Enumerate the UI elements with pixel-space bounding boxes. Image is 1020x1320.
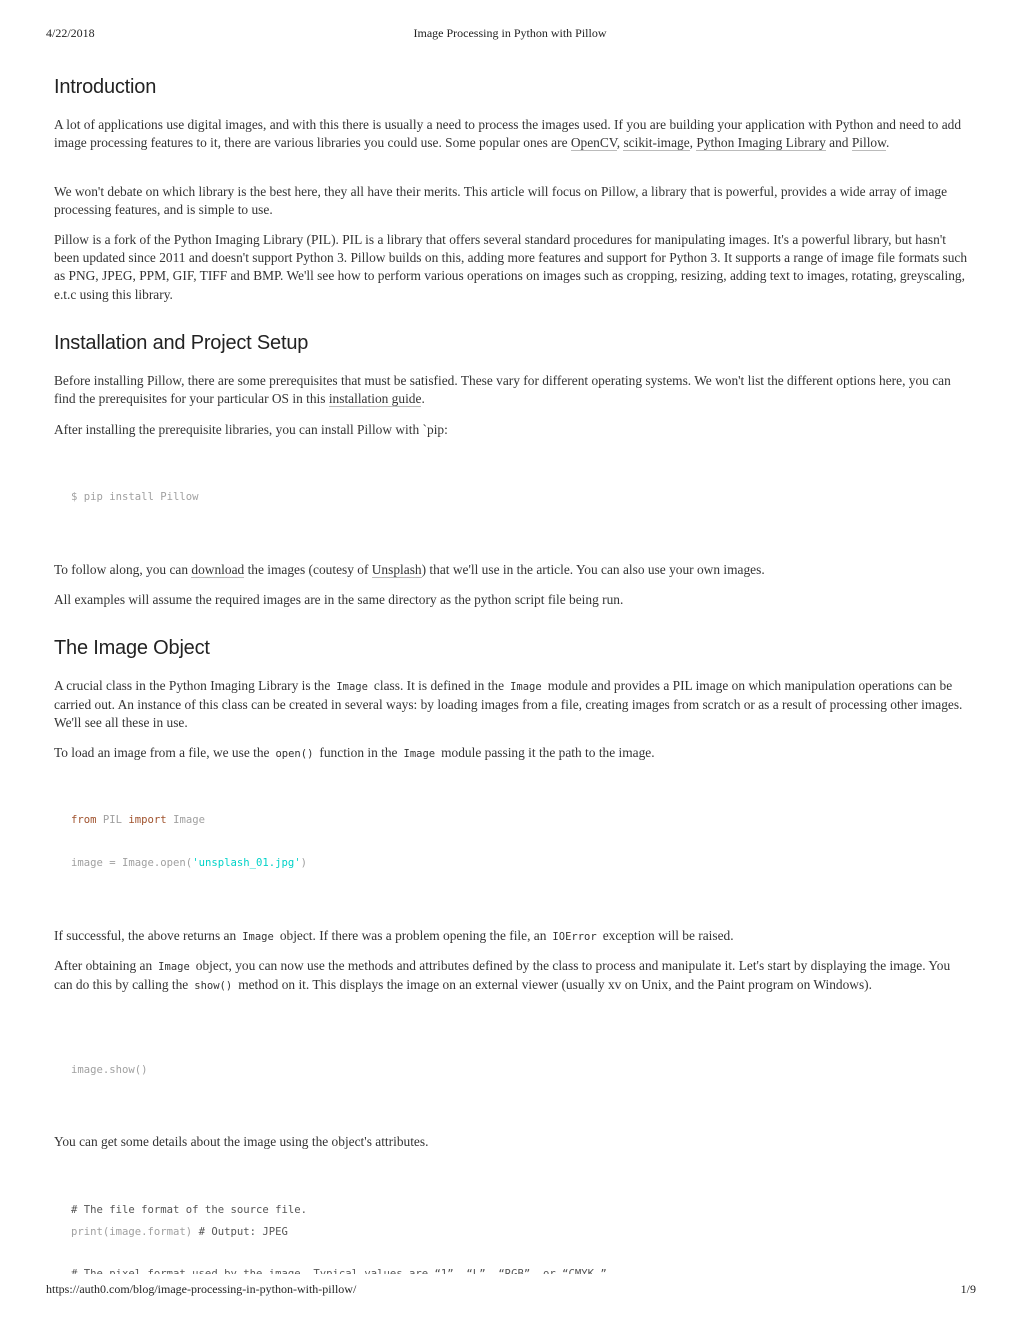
text: .	[421, 391, 425, 407]
code-comment-cut-off: # The pixel format used by the image. Ty…	[71, 1268, 607, 1274]
inline-code: Image	[158, 961, 190, 973]
intro-paragraph-2: We won't debate on which library is the …	[54, 184, 948, 218]
intro-paragraph-1: A lot of applications use digital images…	[54, 116, 969, 152]
intro-paragraph-3: Pillow is a fork of the Python Imaging L…	[54, 232, 968, 302]
inline-code: Image	[242, 931, 274, 943]
text: exception will be raised.	[602, 928, 734, 943]
code-keyword: from	[71, 814, 97, 826]
code-text: image = Image.open(	[71, 857, 193, 869]
inline-code: open()	[275, 748, 314, 760]
code-keyword: import	[128, 814, 167, 826]
image-object-paragraph-2: To load an image from a file, we use the…	[54, 744, 969, 763]
install-paragraph-2: After installing the prerequisite librar…	[54, 422, 448, 437]
code-text: print(image.format)	[71, 1226, 193, 1238]
text: To load an image from a file, we use the	[54, 745, 270, 760]
link-download[interactable]: download	[191, 562, 245, 578]
link-installation-guide[interactable]: installation guide	[328, 391, 422, 408]
link-opencv[interactable]: OpenCV	[570, 135, 617, 152]
code-string: 'unsplash_01.jpg'	[192, 857, 301, 869]
link-scikit-image[interactable]: scikit-image	[623, 135, 690, 152]
text: If successful, the above returns an	[54, 928, 237, 943]
text: After obtaining an	[54, 958, 153, 973]
code-text: )	[300, 857, 308, 869]
code-comment: # The file format of the source file.	[71, 1204, 307, 1216]
image-object-paragraph-4: After obtaining an Image object, you can n…	[54, 957, 969, 995]
link-pillow[interactable]: Pillow	[851, 135, 886, 152]
text: To follow along, you can	[54, 562, 192, 577]
inline-code: show()	[194, 980, 233, 993]
text: .	[885, 135, 890, 151]
code-comment: # Output: JPEG	[192, 1226, 288, 1238]
install-paragraph-3: To follow along, you can download the im…	[54, 561, 969, 579]
code-block-pip-install: $ pip install Pillow	[71, 491, 199, 503]
image-object-paragraph-5: You can get some details about the image…	[54, 1134, 429, 1149]
text: and	[825, 135, 852, 151]
text: method on it. This displays the image on…	[238, 977, 872, 993]
install-paragraph-1: Before installing Pillow, there are some…	[54, 372, 969, 408]
code-text: PIL	[96, 814, 129, 826]
image-object-paragraph-3: If successful, the above returns an Image…	[54, 927, 969, 946]
inline-code: Image	[510, 681, 542, 693]
text: function in the	[319, 745, 398, 760]
code-text: Image	[166, 814, 205, 826]
link-unsplash[interactable]: Unsplash	[371, 562, 422, 578]
heading-installation: Installation and Project Setup	[54, 332, 309, 354]
print-page-number: 1/9	[960, 1282, 976, 1296]
inline-code: Image	[403, 748, 436, 760]
text: module passing it the path to the image.	[441, 745, 655, 760]
inline-code: IOError	[552, 931, 597, 943]
text: A crucial class in the Python Imaging Li…	[54, 678, 331, 693]
print-url: https://auth0.com/blog/image-processing-…	[46, 1282, 357, 1296]
link-python-imaging-library[interactable]: Python Imaging Library	[696, 135, 826, 152]
heading-introduction: Introduction	[54, 76, 157, 98]
code-block-show: image.show()	[71, 1064, 148, 1076]
inline-code: Image	[336, 681, 368, 693]
print-page-title: Image Processing in Python with Pillow	[413, 26, 607, 40]
text: object. If there was a problem opening t…	[279, 928, 547, 943]
code-block-import: from PIL import Image	[71, 814, 205, 826]
text: Before installing Pillow, there are some…	[54, 373, 951, 407]
code-line-print-format: print(image.format) # Output: JPEG	[71, 1226, 288, 1238]
image-object-paragraph-1: A crucial class in the Python Imaging Li…	[54, 677, 969, 733]
text: class. It is defined in the	[373, 678, 505, 693]
text: ) that we'll use in the article. You can…	[421, 562, 765, 577]
code-block-open: image = Image.open('unsplash_01.jpg')	[71, 857, 307, 869]
heading-image-object: The Image Object	[54, 637, 210, 659]
install-paragraph-4: All examples will assume the required im…	[54, 592, 624, 607]
text: the images (coutesy of	[244, 562, 372, 577]
